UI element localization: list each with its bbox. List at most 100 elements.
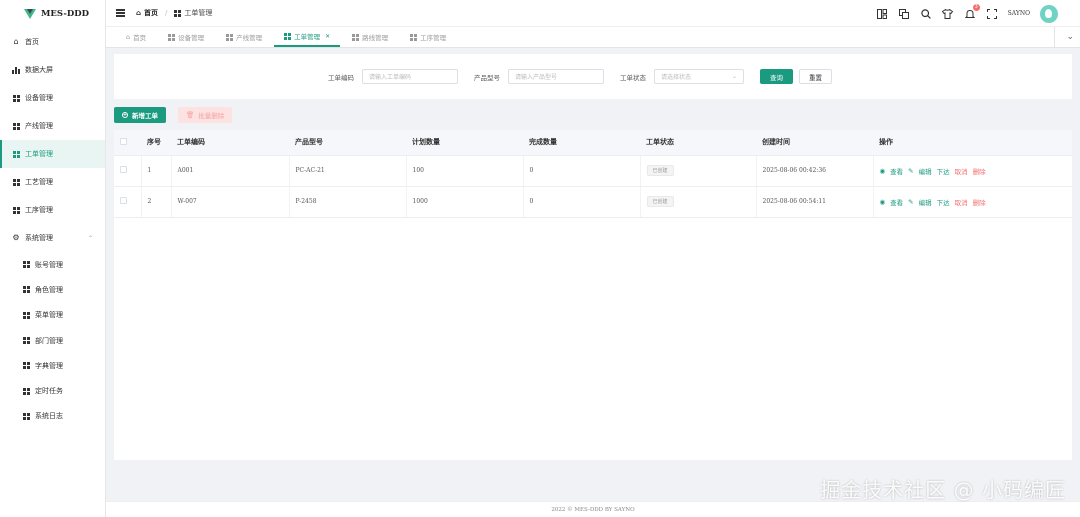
sidebar-item-production-line[interactable]: 产线管理	[0, 112, 105, 140]
order-table: 序号 工单编码 产品型号 计划数量 完成数量 工单状态 创建时间 操作 1 A0…	[114, 130, 1072, 460]
sidebar-item-label: 部门管理	[35, 336, 63, 345]
edit-link[interactable]: 编辑	[919, 166, 932, 176]
cancel-link[interactable]: 取消	[955, 166, 968, 176]
sidebar-item-system[interactable]: ⚙ 系统管理 ⌃	[0, 224, 105, 252]
breadcrumb-current: 工单管理	[174, 8, 212, 18]
sidebar-subitem-departments[interactable]: 部门管理	[0, 328, 105, 353]
sidebar-item-process-step[interactable]: 工序管理	[0, 196, 105, 224]
column-header: 工单编码	[171, 130, 289, 156]
status-select[interactable]: 请选择状态 ⌄	[654, 69, 744, 84]
row-checkbox[interactable]	[120, 197, 127, 204]
sidebar-subitem-system-log[interactable]: 系统日志	[0, 404, 105, 429]
sidebar-subitem-accounts[interactable]: 账号管理	[0, 252, 105, 277]
grid-icon	[22, 412, 30, 420]
grid-icon	[226, 33, 234, 41]
ops-cell: ◉ 查看 ✎ 编辑 下达 取消 删除	[873, 186, 1072, 218]
sidebar-item-label: 定时任务	[35, 387, 63, 396]
model-cell: P-2458	[289, 186, 407, 218]
avatar[interactable]	[1040, 4, 1058, 23]
tab-home[interactable]: ⌂ 首页	[116, 27, 156, 47]
product-model-label: 产品型号	[474, 73, 500, 82]
sidebar-subitem-menus[interactable]: 菜单管理	[0, 303, 105, 328]
cancel-link[interactable]: 取消	[955, 197, 968, 207]
delete-link[interactable]: 删除	[973, 166, 986, 176]
sidebar-item-process-craft[interactable]: 工艺管理	[0, 168, 105, 196]
sidebar-subitem-roles[interactable]: 角色管理	[0, 277, 105, 302]
home-icon: ⌂	[126, 33, 131, 41]
notification-badge: 3	[972, 3, 980, 11]
sidebar-subitem-dictionary[interactable]: 字典管理	[0, 353, 105, 378]
sidebar-item-equipment[interactable]: 设备管理	[0, 84, 105, 112]
grid-icon	[352, 33, 360, 41]
breadcrumb-current-label: 工单管理	[184, 9, 213, 17]
grid-icon	[22, 311, 30, 319]
view-link[interactable]: 查看	[890, 197, 903, 207]
sidebar-item-label: 首页	[25, 38, 39, 46]
order-code-input[interactable]: 请输入工单编码	[362, 69, 458, 84]
tab-label: 首页	[133, 34, 147, 42]
sidebar-item-work-order[interactable]: 工单管理	[0, 140, 105, 168]
tab-production-line[interactable]: 产线管理	[216, 27, 272, 47]
translate-icon[interactable]	[898, 8, 910, 20]
sidebar-item-dashboard[interactable]: 数据大屏	[0, 56, 105, 84]
grid-icon	[12, 178, 20, 186]
add-order-button[interactable]: + 新增工单	[114, 107, 166, 123]
batch-delete-button[interactable]: 🗑 批量删除	[178, 107, 233, 123]
column-header: 操作	[873, 130, 1072, 156]
order-code-label: 工单编码	[328, 73, 354, 82]
edit-icon[interactable]: ✎	[908, 167, 913, 175]
sidebar-item-home[interactable]: ⌂ 首页	[0, 28, 105, 56]
sidebar: MES-DDD ⌂ 首页 数据大屏 设备管理 产线管理 工单管理 工艺管理 工序…	[0, 0, 106, 517]
grid-icon	[22, 261, 30, 269]
grid-icon	[12, 122, 20, 130]
status-badge: 已创建	[646, 196, 674, 207]
grid-icon	[174, 9, 182, 17]
app-logo[interactable]: MES-DDD	[0, 0, 105, 28]
planned-cell: 1000	[406, 186, 524, 218]
username[interactable]: SAYNO	[1008, 10, 1030, 17]
reset-button[interactable]: 重置	[799, 69, 832, 84]
grid-icon	[22, 362, 30, 370]
row-checkbox[interactable]	[120, 166, 127, 173]
view-icon[interactable]: ◉	[880, 198, 886, 206]
ops-cell: ◉ 查看 ✎ 编辑 下达 取消 删除	[873, 155, 1072, 187]
select-all-checkbox[interactable]	[120, 137, 127, 145]
layout-icon[interactable]	[876, 8, 888, 20]
dispatch-link[interactable]: 下达	[937, 166, 950, 176]
status-cell: 已创建	[640, 155, 757, 187]
view-icon[interactable]: ◉	[880, 167, 886, 175]
column-header: 产品型号	[289, 130, 406, 156]
sidebar-item-label: 工单管理	[25, 150, 53, 158]
tab-equipment[interactable]: 设备管理	[158, 27, 214, 47]
menu-toggle-icon[interactable]	[116, 9, 125, 17]
bar-chart-icon	[12, 66, 20, 74]
search-icon[interactable]	[920, 8, 932, 20]
product-model-input[interactable]: 请输入产品型号	[508, 69, 604, 84]
tab-process-step[interactable]: 工序管理	[400, 27, 456, 47]
view-link[interactable]: 查看	[890, 166, 903, 176]
chevron-down-icon[interactable]: ⌄	[1066, 32, 1074, 42]
fullscreen-icon[interactable]	[986, 8, 998, 20]
sidebar-subitem-scheduled-tasks[interactable]: 定时任务	[0, 378, 105, 403]
search-panel: 工单编码 请输入工单编码 产品型号 请输入产品型号 工单状态 请选择状态 ⌄ 查…	[114, 54, 1072, 99]
code-cell: W-007	[171, 186, 290, 218]
sidebar-item-label: 设备管理	[25, 94, 53, 102]
bell-icon[interactable]: 3	[964, 3, 980, 20]
column-header: 计划数量	[406, 130, 523, 156]
theme-shirt-icon[interactable]	[942, 8, 954, 20]
edit-link[interactable]: 编辑	[919, 197, 932, 207]
breadcrumb: ⌂ 首页 / 工单管理	[136, 8, 212, 18]
edit-icon[interactable]: ✎	[908, 198, 913, 206]
tab-route[interactable]: 路线管理	[342, 27, 398, 47]
tab-work-order[interactable]: 工单管理 ✕	[274, 27, 341, 47]
query-button[interactable]: 查询	[760, 69, 793, 84]
dispatch-link[interactable]: 下达	[937, 197, 950, 207]
close-icon[interactable]: ✕	[325, 33, 330, 40]
grid-icon	[284, 32, 292, 40]
app-title: MES-DDD	[41, 9, 89, 19]
gear-icon: ⚙	[12, 233, 20, 242]
status-badge: 已创建	[646, 165, 674, 176]
column-header: 序号	[141, 130, 171, 156]
delete-link[interactable]: 删除	[973, 197, 986, 207]
breadcrumb-home[interactable]: ⌂ 首页	[136, 8, 158, 18]
